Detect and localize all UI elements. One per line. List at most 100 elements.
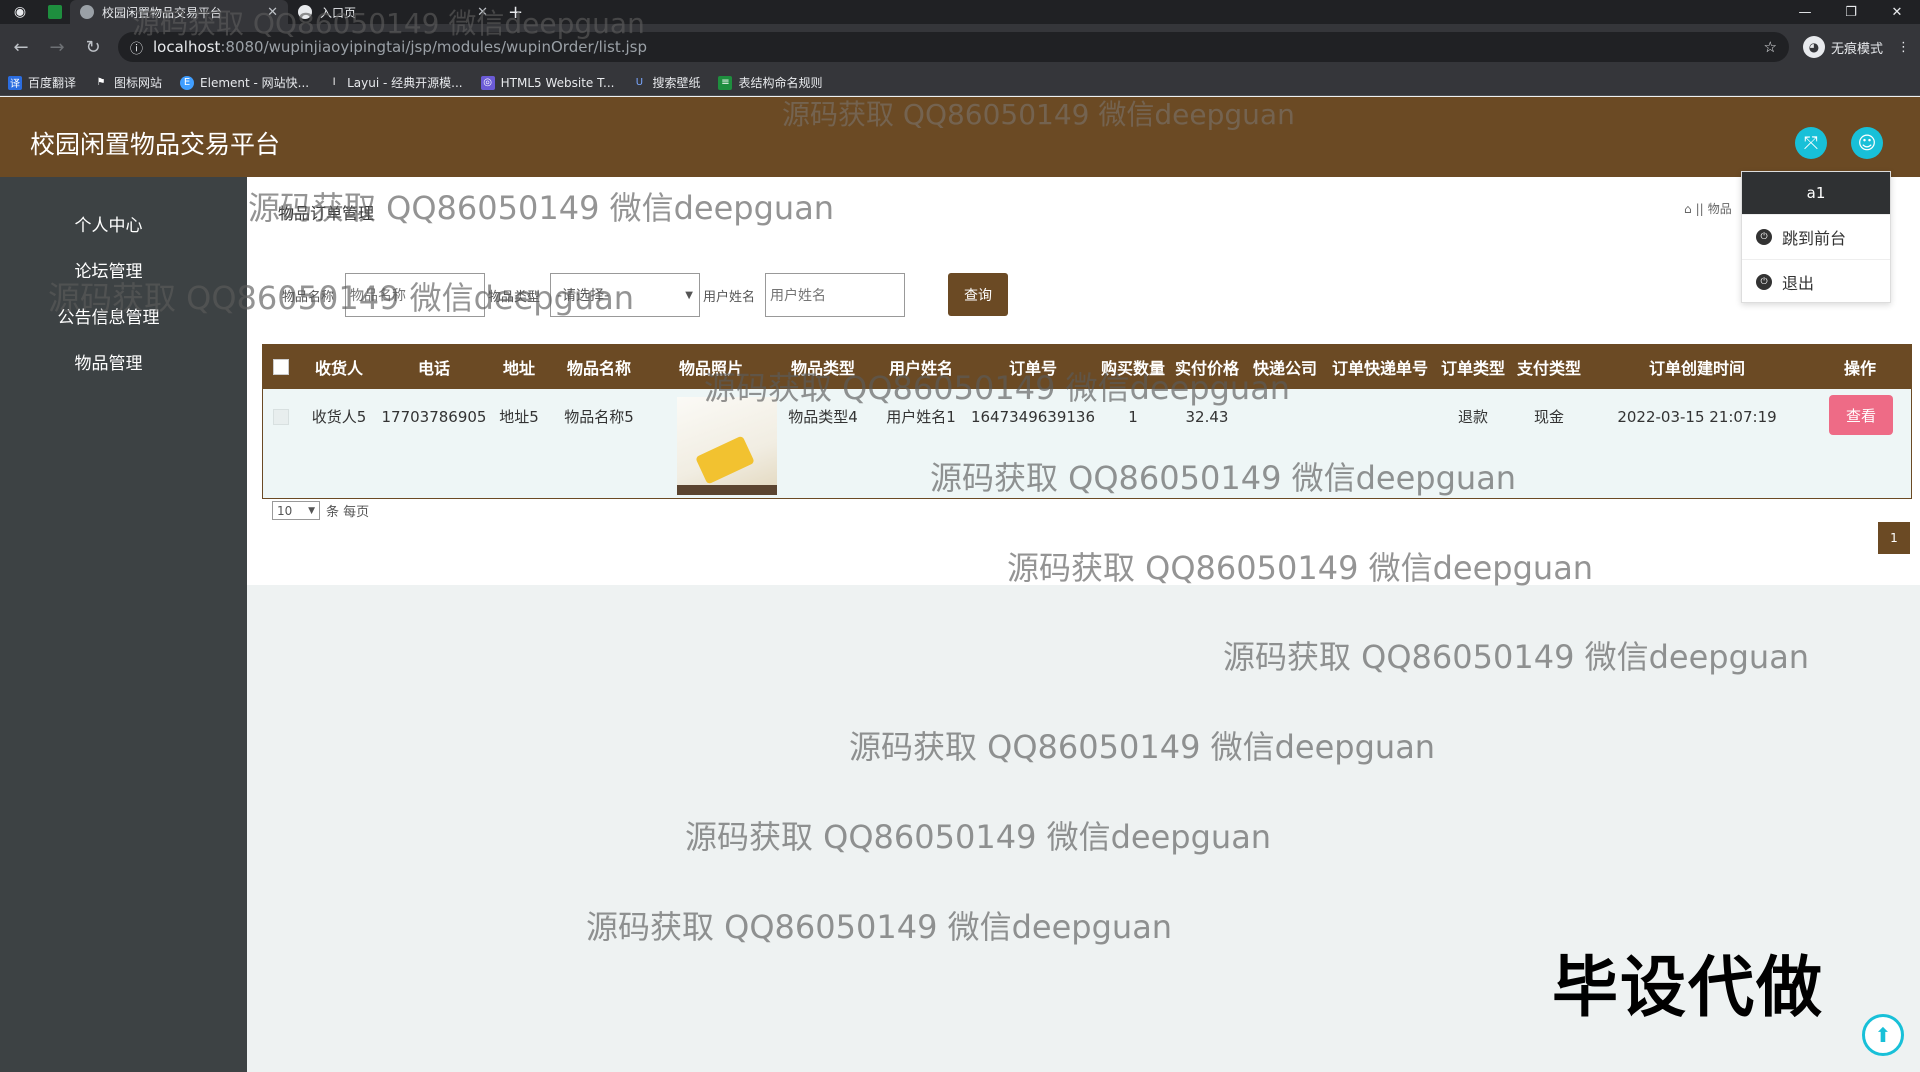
flag-icon: ⚑ [96,77,106,88]
select-all-checkbox[interactable] [263,345,299,389]
logout-menu-item[interactable]: ⏻ 退出 [1742,259,1890,304]
tab-active[interactable]: 校园闲置物品交易平台 ✕ [70,0,288,24]
tab-inactive[interactable]: 入口页 ✕ [288,0,498,24]
col-header: 电话 [417,359,450,378]
cell-item-name: 物品名称5 [564,408,634,426]
bookmark-item[interactable]: 译百度翻译 [8,74,76,91]
menu-item-label: 退出 [1782,274,1815,293]
bookmark-item[interactable]: ≡ 表结构命名规则 [718,74,822,91]
bookmark-item[interactable]: ⚑ 图标网站 [94,74,163,91]
page-number-button[interactable]: 1 [1878,522,1910,554]
user-avatar-icon[interactable]: ☺ [1851,127,1883,159]
reload-icon[interactable]: ↻ [82,37,104,58]
cell-created-at: 2022-03-15 21:07:19 [1617,407,1777,426]
url-field[interactable]: ⓘ localhost:8080/wupinjiaoyipingtai/jsp/… [118,32,1789,62]
query-button[interactable]: 查询 [948,273,1008,316]
view-button[interactable]: 查看 [1829,395,1893,435]
col-header: 操作 [1843,359,1876,378]
col-header: 用户姓名 [888,359,953,378]
select-value: -请选择- [557,288,610,304]
bookmark-item[interactable]: ◎ HTML5 Website T... [480,75,615,90]
watermark-text: 源码获取 QQ86050149 微信deepguan [586,908,1173,946]
url-path: :8080/wupinjiaoyipingtai/jsp/modules/wup… [220,38,647,56]
tab-title: 入口页 [320,5,357,20]
watermark-text: 源码获取 QQ86050149 微信deepguan [1223,638,1810,676]
chevron-down-icon: ▼ [685,289,693,301]
breadcrumb-item[interactable]: 物品 [1708,200,1732,217]
tab-favicon-icon [80,5,94,19]
bookmark-item[interactable]: U 搜索壁纸 [632,74,701,91]
site-info-icon[interactable]: ⓘ [130,38,143,57]
col-header: 订单类型 [1440,359,1505,378]
window-controls: — ❐ ✕ [1782,0,1920,24]
col-header: 物品名称 [566,359,631,378]
col-header: 物品照片 [678,359,743,378]
col-header: 订单号 [1008,359,1057,378]
app-favicon-icon[interactable] [40,0,70,24]
col-header: 订单快递单号 [1331,359,1428,378]
item-photo[interactable] [677,397,777,495]
menu-item-label: 跳到前台 [1782,229,1847,248]
page-size-control: 10 ▼ 条 每页 [272,501,369,520]
element-logo-icon: E [180,75,195,90]
page-size-suffix: 条 每页 [326,505,370,520]
cell-courier [1245,389,1325,444]
html5-icon: ◎ [480,75,495,90]
incognito-indicator[interactable]: ◕ 无痕模式 [1802,36,1883,58]
bookmark-label: HTML5 Website T... [500,75,615,90]
back-icon[interactable]: ← [10,37,32,58]
bookmark-label: 表结构命名规则 [738,76,823,90]
new-tab-icon[interactable]: + [498,2,533,23]
page-title: 物品订单管理 [278,204,375,223]
goto-frontend-menu-item[interactable]: ⏻ 跳到前台 [1742,214,1890,259]
col-header: 实付价格 [1174,359,1239,378]
bookmark-item[interactable]: E Element - 网站快... [180,74,309,91]
url-host: localhost [153,38,221,56]
wallpaper-icon: U [635,77,644,88]
cell-order-no: 1647349639136 [970,407,1096,426]
col-header: 收货人 [314,359,363,378]
translate-icon: 译 [8,75,22,90]
home-icon[interactable]: ⌂ [1684,202,1692,216]
page-size-select[interactable]: 10 ▼ [272,501,320,520]
search-item-type-select[interactable]: -请选择- ▼ [550,273,700,317]
app-title: 校园闲置物品交易平台 [30,130,281,159]
browser-menu-icon[interactable]: ◉ [0,0,40,24]
sidebar-item-goods[interactable]: 物品管理 [0,349,217,374]
sidebar-item-announcements[interactable]: 公告信息管理 [0,303,217,328]
address-bar: ← → ↻ ⓘ localhost:8080/wupinjiaoyipingta… [0,24,1920,70]
tab-title: 校园闲置物品交易平台 [102,5,223,20]
tab-close-icon[interactable]: ✕ [267,5,278,20]
bookmark-label: Element - 网站快... [200,76,310,90]
orders-table: 收货人 电话 地址 物品名称 物品照片 物品类型 用户姓名 订单号 购买数量 实… [262,344,1912,499]
product-image-shape [695,435,755,485]
incognito-icon: ◕ [1802,36,1825,58]
restore-icon[interactable]: ❐ [1828,0,1874,24]
cell-receiver: 收货人5 [311,408,367,426]
cell-item-type: 物品类型4 [788,408,858,426]
sidebar-item-personal-center[interactable]: 个人中心 [0,211,217,236]
browser-tab-bar: ◉ 校园闲置物品交易平台 ✕ 入口页 ✕ + — ❐ ✕ [0,0,1920,24]
bookmark-item[interactable]: l Layui - 经典开源模... [327,74,463,91]
search-user-name-input[interactable] [765,273,905,317]
forward-icon[interactable]: → [46,37,68,58]
bookmark-star-icon[interactable]: ☆ [1764,38,1777,56]
search-label-item-name: 物品名称 [282,290,335,305]
breadcrumb: ⌂ || 物品 [1684,200,1732,217]
search-item-name-input[interactable] [345,273,485,317]
minimize-icon[interactable]: — [1782,0,1828,24]
watermark-text: 源码获取 QQ86050149 微信deepguan [849,728,1436,766]
row-checkbox[interactable] [263,389,299,444]
tab-close-icon[interactable]: ✕ [477,5,488,20]
back-to-top-icon[interactable]: ⬆ [1862,1014,1904,1056]
close-window-icon[interactable]: ✕ [1874,0,1920,24]
col-header: 快递公司 [1252,359,1317,378]
dropdown-username: a1 [1742,172,1890,214]
fullscreen-icon[interactable]: ⤧ [1795,127,1827,159]
sidebar-item-forum[interactable]: 论坛管理 [0,257,217,282]
sheet-icon: ≡ [718,75,733,90]
browser-more-icon[interactable]: ⋮ [1897,40,1910,55]
watermark-text: 源码获取 QQ86050149 微信deepguan [685,818,1272,856]
search-label-item-type: 物品类型 [488,290,541,305]
app-header: 校园闲置物品交易平台 ⤧ ☺ [0,97,1920,177]
